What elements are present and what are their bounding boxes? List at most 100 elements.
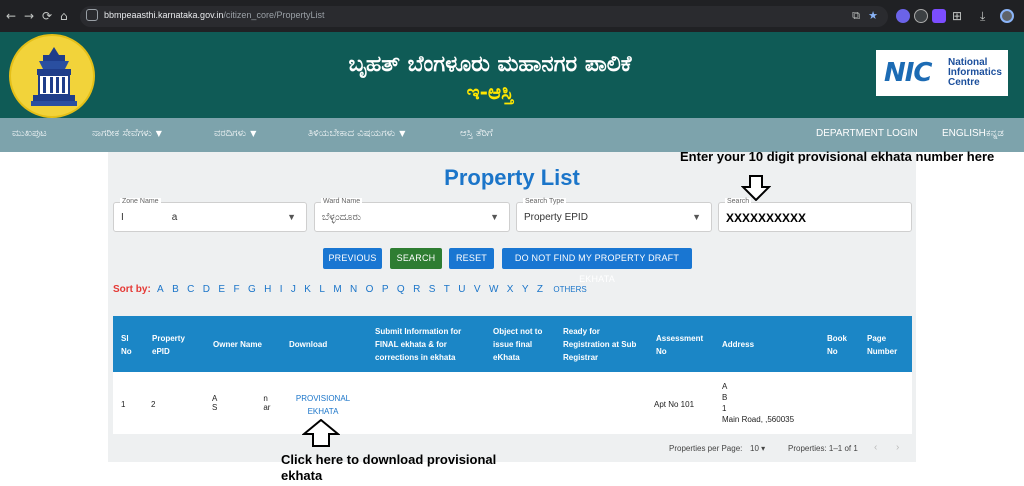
sort-letter[interactable]: D	[203, 284, 210, 295]
row-sl: 1	[121, 400, 126, 409]
dropdown-caret-icon: ▼	[287, 212, 296, 222]
page-header-subtitle: ಇ-ಆಸ್ತಿ	[466, 80, 514, 104]
back-icon[interactable]: ←	[6, 8, 16, 24]
ward-select[interactable]: Ward Name ಬೆಳ್ಳಂದೂರು ▼	[314, 198, 510, 232]
caret-down-icon: ▼	[155, 129, 162, 138]
url-text[interactable]: bbmpeaasthi.karnataka.gov.in/citizen_cor…	[104, 10, 324, 20]
extension-icon[interactable]	[896, 9, 910, 23]
sort-letter[interactable]: O	[366, 284, 374, 295]
sort-letter[interactable]: T	[444, 284, 450, 295]
nic-logo-mark: NIC	[884, 58, 933, 88]
page-title: Property List	[444, 165, 580, 190]
col-book-no: Book No	[827, 334, 847, 356]
caret-down-icon: ▼	[250, 129, 257, 138]
nav-citizen-services[interactable]: ನಾಗರೀಕ ಸೇವೆಗಳು ▼	[92, 128, 162, 139]
col-download: Download	[289, 340, 328, 349]
reset-button[interactable]: RESET	[449, 248, 494, 269]
col-address: Address	[722, 340, 755, 349]
provisional-ekhata-link[interactable]: PROVISIONAL EKHATA	[290, 392, 356, 418]
address-bar[interactable]: bbmpeaasthi.karnataka.gov.in/citizen_cor…	[80, 6, 888, 27]
download-icon[interactable]: ⤓	[980, 8, 985, 24]
sort-letter[interactable]: W	[489, 284, 498, 295]
sort-letter[interactable]: Z	[537, 284, 543, 295]
temple-emblem-icon	[31, 47, 77, 106]
zone-value-end: a	[171, 212, 178, 223]
sort-letter[interactable]: H	[264, 284, 271, 295]
nic-logo: NIC National Informatics Centre	[876, 50, 1008, 96]
sort-letter[interactable]: A	[157, 284, 164, 295]
sort-letter[interactable]: U	[458, 284, 465, 295]
prev-page-icon[interactable]: ‹	[874, 442, 877, 453]
browser-toolbar: ← → ⟳ ⌂ bbmpeaasthi.karnataka.gov.in/cit…	[0, 0, 1024, 32]
nav-reports[interactable]: ವರದಿಗಳು ▼	[214, 128, 256, 139]
sort-letter[interactable]: Q	[397, 284, 405, 295]
col-assessment-no: Assessment No	[656, 334, 704, 356]
extension-icon[interactable]	[914, 9, 928, 23]
per-page-label: Properties per Page:	[669, 444, 743, 453]
nic-logo-text: National Informatics Centre	[948, 57, 1002, 88]
caret-down-icon: ▼	[399, 129, 406, 138]
sort-letter[interactable]: G	[248, 284, 256, 295]
sort-by-label: Sort by:	[113, 284, 151, 295]
extension-icon[interactable]	[932, 9, 946, 23]
site-info-icon[interactable]	[86, 9, 98, 21]
col-sl-no: Sl No	[121, 334, 132, 356]
col-object: Object not to issue final eKhata	[493, 327, 543, 362]
sort-letter[interactable]: E	[218, 284, 225, 295]
bbmp-logo	[9, 34, 95, 118]
sort-others[interactable]: OTHERS	[553, 285, 586, 294]
forward-icon[interactable]: →	[24, 8, 34, 24]
col-page-number: Page Number	[867, 334, 898, 356]
sort-letter[interactable]: I	[280, 284, 283, 295]
next-page-icon[interactable]: ›	[896, 442, 899, 453]
sort-letter[interactable]: F	[233, 284, 239, 295]
extensions-puzzle-icon[interactable]: ⊞	[952, 8, 962, 24]
install-app-icon[interactable]: ⧉	[852, 9, 860, 23]
sort-letter[interactable]: K	[304, 284, 311, 295]
sort-letter[interactable]: R	[413, 284, 420, 295]
row-epid: 2	[151, 400, 156, 409]
search-input[interactable]: Search XXXXXXXXXX	[718, 198, 912, 232]
draft-ekhata-button[interactable]: DO NOT FIND MY PROPERTY DRAFT EKHATA	[502, 248, 692, 284]
search-type-select[interactable]: Search Type Property EPID ▼	[516, 198, 712, 232]
row-address: A B 1 Main Road, ,560035	[722, 382, 795, 424]
reload-icon[interactable]: ⟳	[42, 8, 52, 24]
zone-select[interactable]: Zone Name Ia ▼	[113, 198, 307, 232]
site-header: ಬೃಹತ್ ಬೆಂಗಳೂರು ಮಹಾನಗರ ಪಾಲಿಕೆ ಇ-ಆಸ್ತಿ NIC…	[0, 32, 1024, 118]
sort-letter[interactable]: C	[187, 284, 194, 295]
sort-letter[interactable]: V	[474, 284, 481, 295]
department-login-link[interactable]: DEPARTMENT LOGIN	[816, 128, 918, 139]
profile-avatar[interactable]	[1000, 9, 1014, 23]
sort-letters: A B C D E F G H I J K L M N O P Q R S T U V W X Y Z OTHERS	[157, 284, 595, 295]
bookmark-star-icon[interactable]: ★	[868, 9, 878, 22]
annotation-top: Enter your 10 digit provisional ekhata n…	[680, 149, 995, 164]
nav-know-more[interactable]: ತಿಳಿಯಬೇಕಾದ ವಿಷಯಗಳು ▼	[308, 128, 405, 139]
up-arrow-icon	[302, 419, 340, 447]
per-page-select[interactable]: 10 ▾	[750, 444, 765, 453]
dropdown-caret-icon: ▾	[761, 444, 766, 453]
sort-letter[interactable]: B	[172, 284, 179, 295]
sort-letter[interactable]: X	[507, 284, 514, 295]
sort-letter[interactable]: S	[429, 284, 436, 295]
sort-letter[interactable]: L	[319, 284, 325, 295]
sort-letter[interactable]: Y	[522, 284, 529, 295]
lang-english[interactable]: ENGLISH	[942, 128, 986, 139]
col-ready-registration: Ready for Registration at Sub Registrar	[563, 327, 637, 362]
col-owner-name: Owner Name	[213, 340, 262, 349]
search-button[interactable]: SEARCH	[390, 248, 442, 269]
lang-kannada[interactable]: ಕನ್ನಡ	[986, 128, 1004, 139]
previous-button[interactable]: PREVIOUS	[323, 248, 382, 269]
page-range: Properties: 1–1 of 1	[788, 444, 858, 453]
sort-letter[interactable]: J	[291, 284, 296, 295]
sort-letter[interactable]: N	[350, 284, 357, 295]
home-icon[interactable]: ⌂	[60, 8, 68, 24]
sort-letter[interactable]: M	[333, 284, 341, 295]
nav-property-tax[interactable]: ಆಸ್ತಿ ತೆರಿಗೆ	[460, 128, 493, 139]
table-header: Sl No Property ePID Owner Name Download Su…	[113, 316, 912, 372]
nav-home[interactable]: ಮುಖಪುಟ	[12, 128, 47, 139]
page-header-title: ಬೃಹತ್ ಬೆಂಗಳೂರು ಮಹಾನಗರ ಪಾಲಿಕೆ	[348, 52, 632, 77]
dropdown-caret-icon: ▼	[692, 212, 701, 222]
col-property-epid: Property ePID	[152, 334, 185, 356]
main-nav: ಮುಖಪುಟ ನಾಗರೀಕ ಸೇವೆಗಳು ▼ ವರದಿಗಳು ▼ ತಿಳಿಯಬೇಕ…	[0, 118, 1024, 152]
sort-letter[interactable]: P	[382, 284, 389, 295]
